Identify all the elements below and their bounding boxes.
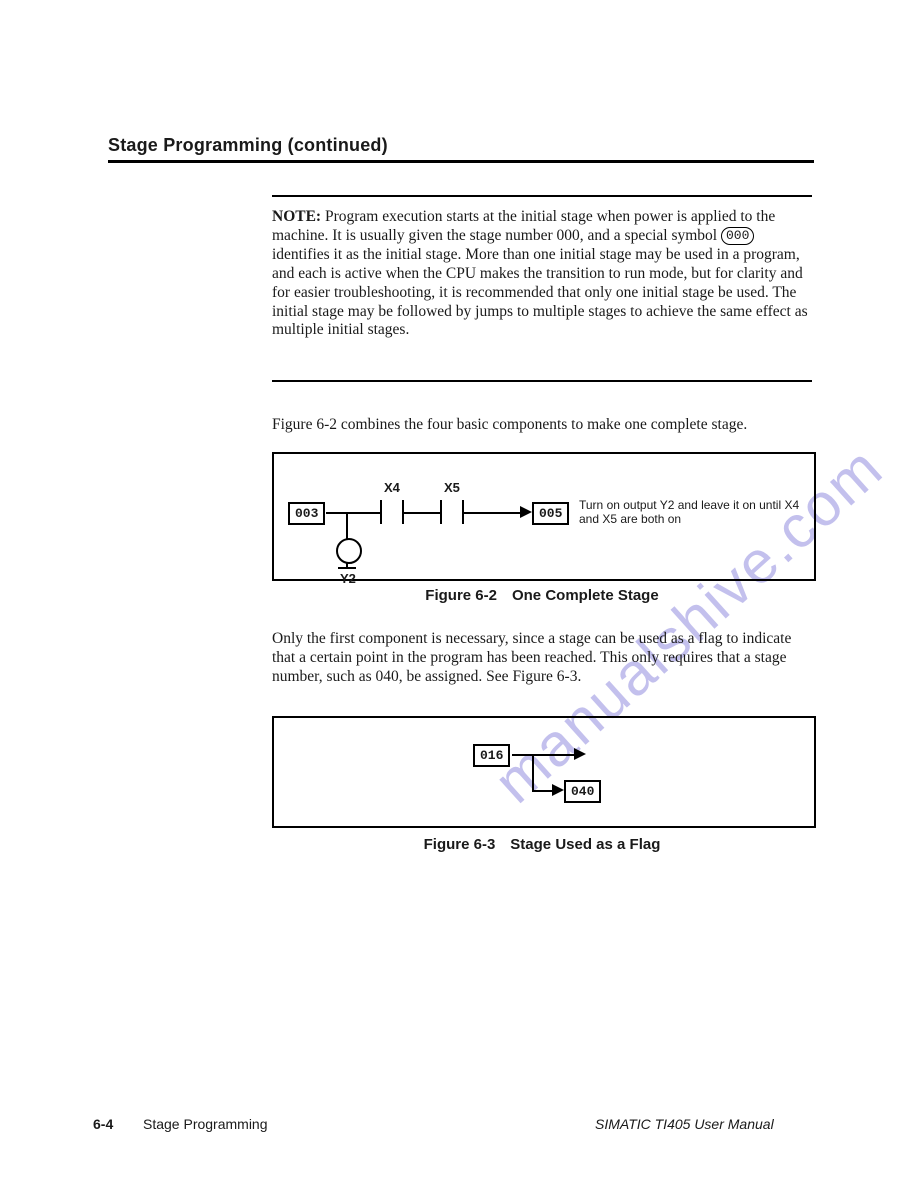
arrow-bottom <box>552 784 564 796</box>
stage-box-005: 005 <box>532 502 569 525</box>
fig62-side-text: Turn on output Y2 and leave it on until … <box>579 499 804 527</box>
page: manualshive.com Stage Programming (conti… <box>0 0 918 1188</box>
note-top-rule <box>272 195 812 197</box>
stage-box-003: 003 <box>288 502 325 525</box>
arrow-to-005 <box>520 506 532 518</box>
note-lead: NOTE: <box>272 208 321 225</box>
stage-box-040: 040 <box>564 780 601 803</box>
line-right-bottom <box>532 790 554 792</box>
line-down <box>532 754 534 792</box>
footer-manual-title: SIMATIC TI405 User Manual <box>595 1116 774 1132</box>
contact-x5-gap <box>442 502 462 522</box>
contact-x4-gap <box>382 502 402 522</box>
line-right-top <box>512 754 576 756</box>
fig62-intro-text: Figure 6-2 combines the four basic compo… <box>272 416 812 434</box>
footer-page-number: 6-4 <box>93 1116 113 1132</box>
mid-paragraph: Only the first component is necessary, s… <box>272 630 812 687</box>
figure-6-3: 016 040 <box>272 716 816 828</box>
contact-x5-right <box>462 500 464 524</box>
contact-x4-right <box>402 500 404 524</box>
contact-label-x5: X5 <box>444 480 460 495</box>
rung-line <box>326 512 524 514</box>
output-label-y2: Y2 <box>340 571 356 586</box>
contact-label-x4: X4 <box>384 480 400 495</box>
note-body-post: identifies it as the initial stage. More… <box>272 246 808 339</box>
note-body-pre: Program execution starts at the initial … <box>272 208 775 244</box>
figure-6-2-caption: Figure 6-2 One Complete Stage <box>272 587 812 604</box>
note-text: NOTE: Program execution starts at the in… <box>272 208 812 340</box>
stage-box-016: 016 <box>473 744 510 767</box>
output-coil <box>336 538 362 564</box>
footer-chapter: Stage Programming <box>143 1116 268 1132</box>
arrow-top <box>574 748 586 760</box>
figure-6-2: 003 X4 X5 005 Y2 Turn on output Y2 and l… <box>272 452 816 581</box>
initial-stage-symbol: 000 <box>721 227 754 245</box>
note-bottom-rule <box>272 380 812 382</box>
section-heading: Stage Programming (continued) <box>108 135 388 156</box>
branch-down <box>346 512 348 540</box>
heading-rule <box>108 160 814 163</box>
coil-base <box>338 567 356 569</box>
figure-6-3-caption: Figure 6-3 Stage Used as a Flag <box>272 836 812 853</box>
